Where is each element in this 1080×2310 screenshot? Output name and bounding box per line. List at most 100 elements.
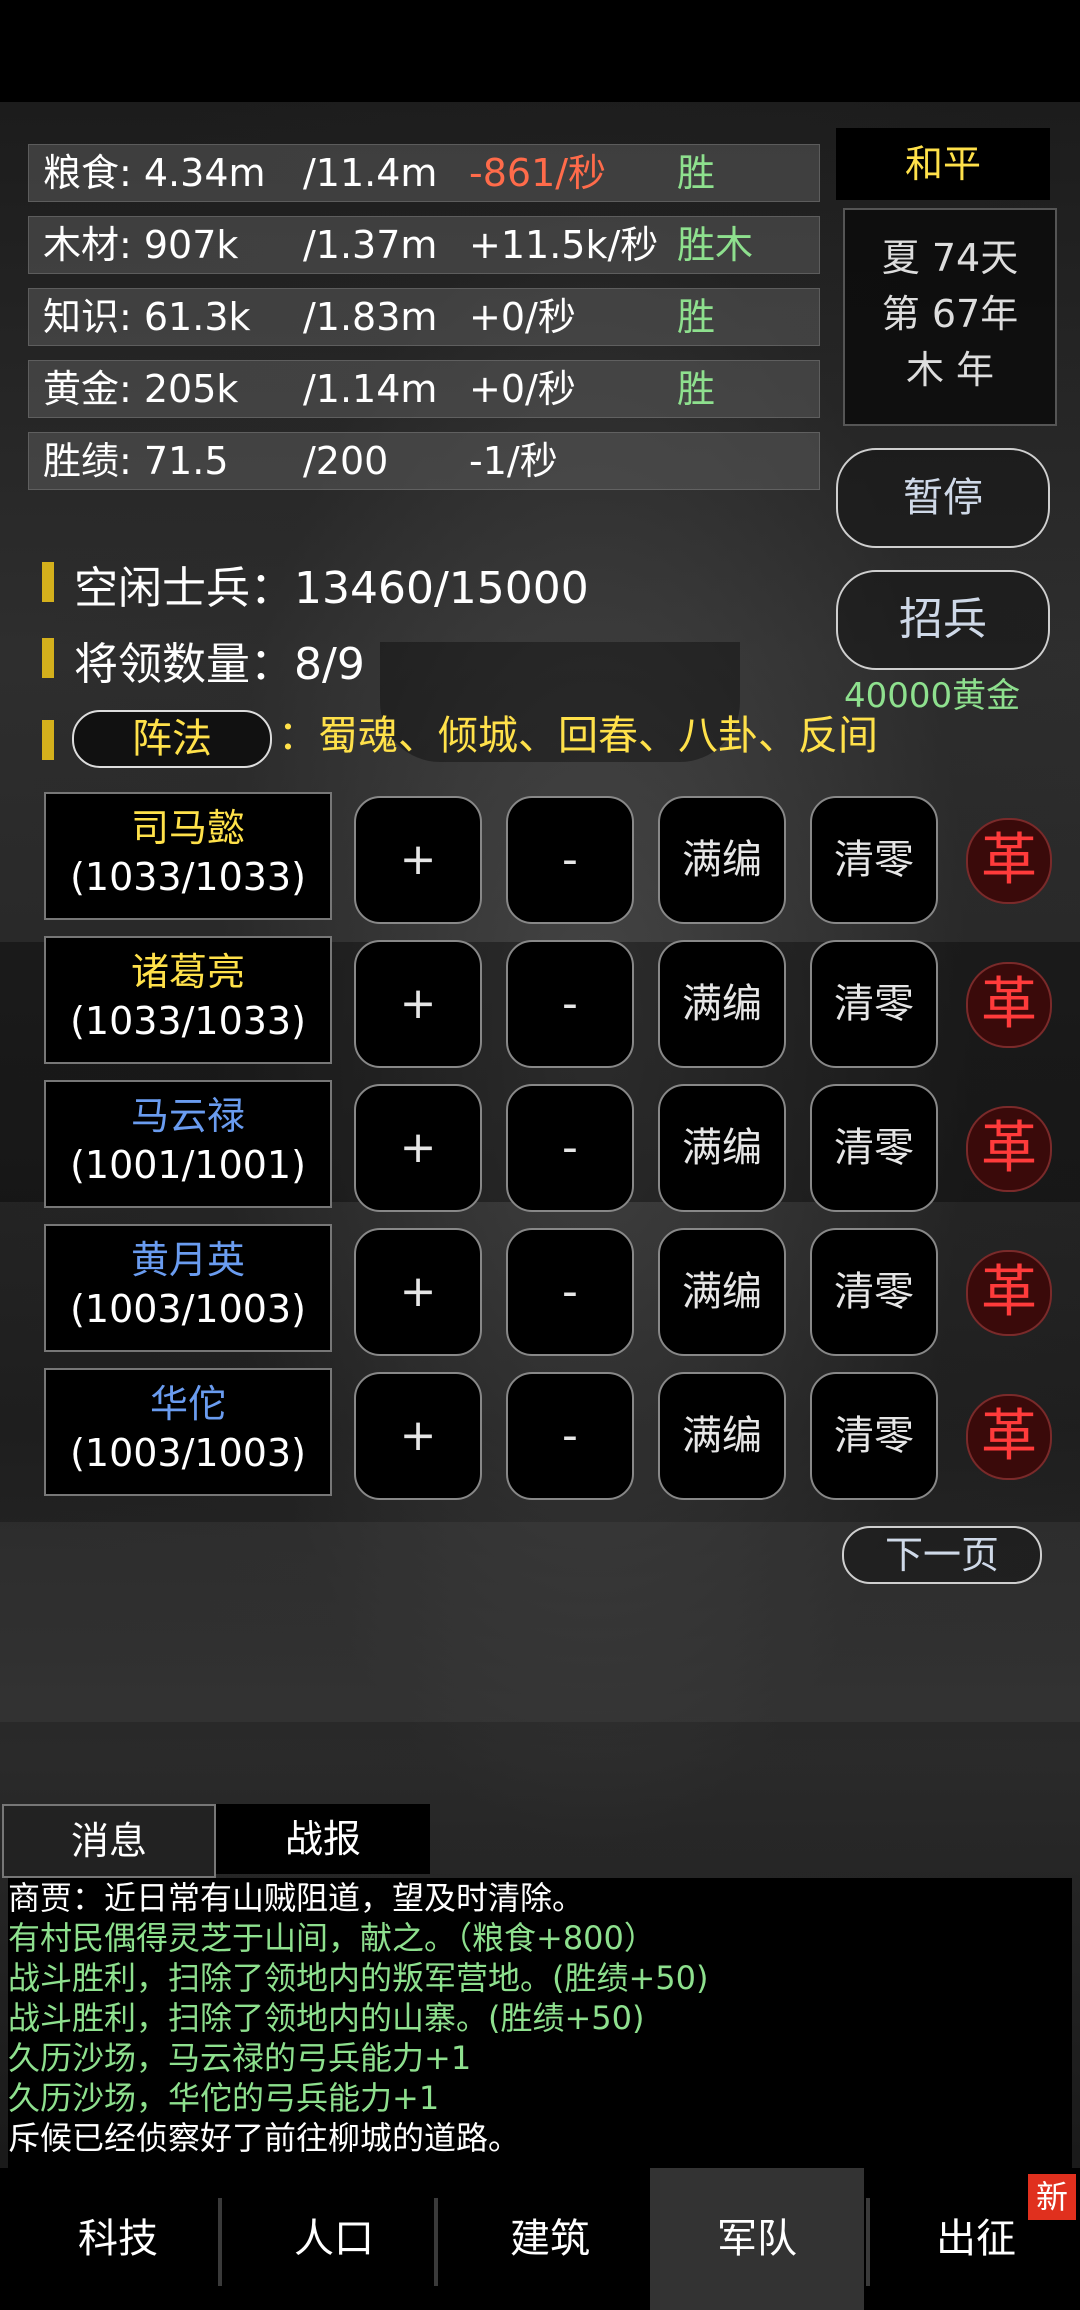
bottom-nav: 科技 人口 建筑 军队 出征 新	[0, 2168, 1080, 2310]
log-entry: 有村民偶得灵芝于山间，献之。（粮食+800）	[8, 1919, 656, 1957]
general-troops: (1033/1033)	[70, 999, 306, 1043]
fill-troops-button[interactable]: 满编	[658, 1084, 786, 1212]
clear-troops-button[interactable]: 清零	[810, 1084, 938, 1212]
tab-messages[interactable]: 消息	[2, 1804, 216, 1878]
resource-rate: +0/秒	[469, 367, 576, 411]
resource-rate: -861/秒	[469, 151, 607, 195]
resource-victory-tag: 胜	[677, 151, 716, 195]
log-entry: 战斗胜利，扫除了领地内的叛军营地。(胜绩+50)	[8, 1959, 709, 1997]
clear-troops-button[interactable]: 清零	[810, 796, 938, 924]
clear-troops-button[interactable]: 清零	[810, 940, 938, 1068]
pause-button[interactable]: 暂停	[836, 448, 1050, 548]
resource-row-wood: 木材: 907k/1.37m +11.5k/秒 胜木	[28, 216, 820, 274]
bullet-bar	[42, 638, 54, 678]
dismiss-general-button[interactable]: 革	[966, 1394, 1052, 1480]
resource-rate: +0/秒	[469, 295, 576, 339]
resource-rate: +11.5k/秒	[469, 223, 659, 267]
log-entry: 战斗胜利，扫除了领地内的山寨。(胜绩+50)	[8, 1999, 645, 2037]
tab-battle-report[interactable]: 战报	[216, 1804, 430, 1874]
clear-troops-button[interactable]: 清零	[810, 1228, 938, 1356]
general-card[interactable]: 马云禄 (1001/1001)	[44, 1080, 332, 1208]
generals-count-value: 8/9	[294, 639, 365, 690]
resource-capacity: /1.83m	[303, 295, 438, 339]
general-card[interactable]: 华佗 (1003/1003)	[44, 1368, 332, 1496]
add-troops-button[interactable]: +	[354, 1228, 482, 1356]
resource-rate: -1/秒	[469, 439, 558, 483]
nav-tech[interactable]: 科技	[10, 2168, 226, 2310]
dismiss-general-button[interactable]: 革	[966, 1106, 1052, 1192]
fill-troops-button[interactable]: 满编	[658, 1372, 786, 1500]
log-entry: 久历沙场，马云禄的弓兵能力+1	[8, 2039, 472, 2077]
general-troops: (1003/1003)	[70, 1287, 306, 1331]
bullet-bar	[42, 720, 54, 760]
general-troops: (1003/1003)	[70, 1431, 306, 1475]
idle-soldiers-label: 空闲士兵：	[74, 563, 294, 614]
general-name: 华佗	[149, 1382, 226, 1426]
general-troops: (1033/1033)	[70, 855, 306, 899]
resource-capacity: /1.14m	[303, 367, 438, 411]
general-name: 诸葛亮	[130, 950, 245, 994]
generals-count-label: 将领数量：	[74, 639, 294, 690]
remove-troops-button[interactable]: -	[506, 796, 634, 924]
general-name: 黄月英	[130, 1238, 245, 1282]
resource-capacity: /1.37m	[303, 223, 438, 267]
log-entry: 久历沙场，华佗的弓兵能力+1	[8, 2079, 440, 2117]
resource-victory-tag: 胜	[677, 295, 716, 339]
idle-soldiers-line: 空闲士兵：13460/15000	[42, 552, 589, 616]
general-name: 司马懿	[130, 806, 245, 850]
nav-buildings[interactable]: 建筑	[442, 2168, 658, 2310]
new-badge: 新	[1028, 2174, 1076, 2220]
recruit-button[interactable]: 招兵	[836, 570, 1050, 670]
resource-amount: 胜绩: 71.5	[43, 439, 229, 483]
nav-population[interactable]: 人口	[226, 2168, 442, 2310]
general-card[interactable]: 诸葛亮 (1033/1033)	[44, 936, 332, 1064]
next-page-button[interactable]: 下一页	[842, 1526, 1042, 1584]
nav-divider	[866, 2198, 870, 2286]
add-troops-button[interactable]: +	[354, 1372, 482, 1500]
remove-troops-button[interactable]: -	[506, 1228, 634, 1356]
resource-victory-tag: 胜	[677, 367, 716, 411]
log-entry: 商贾：近日常有山贼阻道，望及时清除。	[8, 1879, 585, 1917]
add-troops-button[interactable]: +	[354, 940, 482, 1068]
general-name: 马云禄	[130, 1094, 245, 1138]
dismiss-general-button[interactable]: 革	[966, 1250, 1052, 1336]
idle-soldiers-value: 13460/15000	[294, 563, 589, 614]
general-card[interactable]: 黄月英 (1003/1003)	[44, 1224, 332, 1352]
nav-divider	[218, 2198, 222, 2286]
year-element: 木 年	[905, 348, 995, 392]
resource-victory-tag: 胜木	[677, 223, 754, 267]
peace-status: 和平	[836, 128, 1050, 200]
resource-amount: 黄金: 205k	[43, 367, 239, 411]
resource-amount: 粮食: 4.34m	[43, 151, 266, 195]
season-day: 夏 74天	[881, 236, 1019, 280]
formation-button[interactable]: 阵法	[72, 710, 272, 768]
general-card[interactable]: 司马懿 (1033/1033)	[44, 792, 332, 920]
remove-troops-button[interactable]: -	[506, 1372, 634, 1500]
resource-row-gold: 黄金: 205k/1.14m +0/秒 胜	[28, 360, 820, 418]
resource-row-food: 粮食: 4.34m/11.4m -861/秒 胜	[28, 144, 820, 202]
clear-troops-button[interactable]: 清零	[810, 1372, 938, 1500]
dismiss-general-button[interactable]: 革	[966, 818, 1052, 904]
fill-troops-button[interactable]: 满编	[658, 940, 786, 1068]
resource-capacity: /11.4m	[303, 151, 438, 195]
remove-troops-button[interactable]: -	[506, 1084, 634, 1212]
resource-row-victory: 胜绩: 71.5/200 -1/秒	[28, 432, 820, 490]
nav-divider	[434, 2198, 438, 2286]
fill-troops-button[interactable]: 满编	[658, 1228, 786, 1356]
resource-row-knowledge: 知识: 61.3k/1.83m +0/秒 胜	[28, 288, 820, 346]
generals-count-line: 将领数量：8/9	[42, 628, 365, 692]
add-troops-button[interactable]: +	[354, 796, 482, 924]
nav-army[interactable]: 军队	[650, 2168, 864, 2310]
general-troops: (1001/1001)	[70, 1143, 306, 1187]
date-panel: 夏 74天 第 67年 木 年	[843, 208, 1057, 426]
message-log: 商贾：近日常有山贼阻道，望及时清除。 有村民偶得灵芝于山间，献之。（粮食+800）…	[8, 1878, 1072, 2168]
resource-amount: 知识: 61.3k	[43, 295, 251, 339]
add-troops-button[interactable]: +	[354, 1084, 482, 1212]
year-number: 第 67年	[881, 292, 1019, 336]
remove-troops-button[interactable]: -	[506, 940, 634, 1068]
resource-amount: 木材: 907k	[43, 223, 239, 267]
resource-capacity: /200	[303, 439, 389, 483]
log-entry: 斥候已经侦察好了前往柳城的道路。	[8, 2119, 521, 2157]
fill-troops-button[interactable]: 满编	[658, 796, 786, 924]
dismiss-general-button[interactable]: 革	[966, 962, 1052, 1048]
